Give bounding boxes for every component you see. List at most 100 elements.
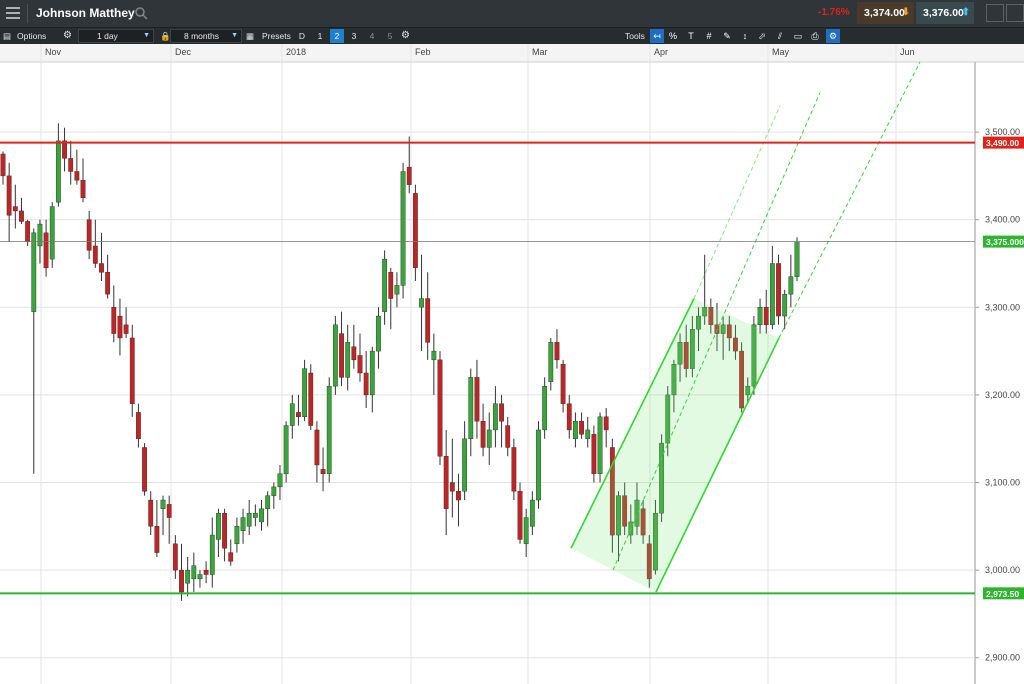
interval-select[interactable]: 1 day ▼ [78, 29, 154, 43]
candle-body [68, 158, 74, 172]
search-icon[interactable] [134, 6, 148, 20]
candle-body [388, 272, 394, 299]
candle-body [517, 491, 523, 540]
candle-body [142, 447, 147, 492]
chart-area[interactable]: Nov Dec 2018 Feb Mar Apr May Jun 3,500.00 3,400.0… [0, 44, 1024, 684]
options-icon[interactable]: ▤ [3, 28, 11, 44]
expand-window-icon[interactable] [1006, 4, 1024, 22]
x-tick-label: May [772, 47, 790, 57]
channel-icon[interactable]: ⫽ [773, 29, 787, 43]
lock-icon[interactable]: 🔒 [160, 28, 171, 44]
candle-body [246, 512, 252, 527]
text-size-icon[interactable]: T [684, 29, 698, 43]
preset-4[interactable]: 4 [365, 29, 379, 43]
range-select[interactable]: 8 months ▼ [170, 29, 242, 43]
candle-body [265, 495, 271, 509]
candle-body [160, 499, 166, 509]
candle-body [136, 412, 141, 439]
candle-body [449, 482, 455, 492]
resistance-label: 3,490.00 [986, 138, 1019, 148]
candle-body [597, 416, 603, 474]
candle-body [339, 333, 344, 378]
candle-body [172, 543, 178, 571]
candle-body [154, 526, 160, 553]
print-icon[interactable]: ⎙ [808, 29, 822, 43]
candle-body [351, 346, 357, 361]
presets-label: Presets [262, 31, 291, 41]
candle-body [216, 512, 221, 540]
candle-body [185, 569, 191, 584]
candle-body [363, 372, 369, 396]
candle-body [357, 355, 363, 374]
options-label[interactable]: Options [17, 28, 46, 44]
y-tick-label: 3,400.00 [985, 215, 1020, 225]
candle-body [776, 263, 781, 317]
candle-body [400, 171, 406, 286]
candle-body [468, 377, 474, 439]
candle-body [529, 499, 535, 527]
candle-body [55, 140, 61, 203]
candle-body [191, 565, 197, 580]
candle-body [412, 193, 418, 269]
instrument-title: Johnson Matthey [36, 6, 135, 20]
percent-icon[interactable]: % [666, 29, 680, 43]
up-arrow-icon: ⬆ [961, 7, 970, 18]
candle-body [6, 175, 12, 216]
gear-icon[interactable]: ⚙ [401, 28, 410, 44]
buy-price-button[interactable]: 3,376.00 ⬆ [916, 2, 974, 24]
detach-window-icon[interactable] [986, 4, 1004, 22]
candle-body [769, 263, 775, 326]
trendline-icon[interactable]: ⬀ [755, 29, 769, 43]
candle-body [99, 263, 104, 273]
candle-body [425, 298, 431, 343]
preset-2[interactable]: 2 [330, 29, 344, 43]
candle-body [382, 258, 388, 312]
y-tick-label: 2,900.00 [985, 653, 1020, 663]
candle-body [31, 232, 37, 312]
draw-icon[interactable]: ✎ [720, 29, 734, 43]
candle-body [757, 307, 763, 326]
y-tick-label: 3,000.00 [985, 565, 1020, 575]
settings-icon[interactable]: ⚙ [826, 29, 840, 43]
candle-body [542, 385, 548, 431]
preset-5[interactable]: 5 [383, 29, 397, 43]
gear-icon[interactable]: ⚙ [63, 28, 72, 44]
shape-icon[interactable]: ▭ [791, 29, 805, 43]
candle-body [763, 307, 769, 326]
candle-body [603, 416, 609, 431]
sell-price-button[interactable]: 3,374.00 ⬇ [857, 2, 914, 24]
calendar-icon[interactable]: ▦ [246, 28, 254, 44]
candle-body [277, 473, 283, 488]
preset-3[interactable]: 3 [347, 29, 361, 43]
candlestick-chart[interactable]: Nov Dec 2018 Feb Mar Apr May Jun 3,500.00 3,400.0… [0, 44, 1024, 684]
chart-toolbar: ▤ Options ⚙ 1 day ▼ 🔒 8 months ▼ ▦ Prese… [0, 28, 1024, 44]
buy-price: 3,376.00 [923, 7, 964, 19]
price-marker-icon[interactable]: ↕ [738, 29, 752, 43]
y-tick-label: 3,100.00 [985, 478, 1020, 488]
candle-body [209, 534, 215, 575]
candle-body [474, 377, 480, 422]
preset-1[interactable]: 1 [313, 29, 327, 43]
back-arrow-icon[interactable]: ↤ [650, 29, 664, 43]
candle-body [548, 342, 554, 382]
candle-body [86, 219, 92, 251]
range-value: 8 months [184, 31, 219, 41]
hamburger-menu-icon[interactable] [6, 7, 20, 19]
candle-body [536, 429, 541, 501]
candle-body [566, 403, 572, 431]
candle-body [591, 434, 597, 474]
support-label: 2,973.50 [986, 589, 1019, 599]
candle-body [302, 368, 307, 418]
candle-body [197, 574, 203, 580]
candle-body [332, 324, 338, 387]
candle-body [431, 350, 437, 361]
y-tick-label: 3,300.00 [985, 302, 1020, 312]
tools-label: Tools [625, 31, 645, 41]
x-tick-label: Nov [45, 47, 62, 57]
crosshair-icon[interactable]: # [702, 29, 716, 43]
x-axis-strip [0, 44, 1024, 62]
candle-body [289, 403, 295, 426]
candle-body [129, 337, 135, 404]
candle-body [480, 420, 486, 448]
preset-d[interactable]: D [295, 29, 309, 43]
